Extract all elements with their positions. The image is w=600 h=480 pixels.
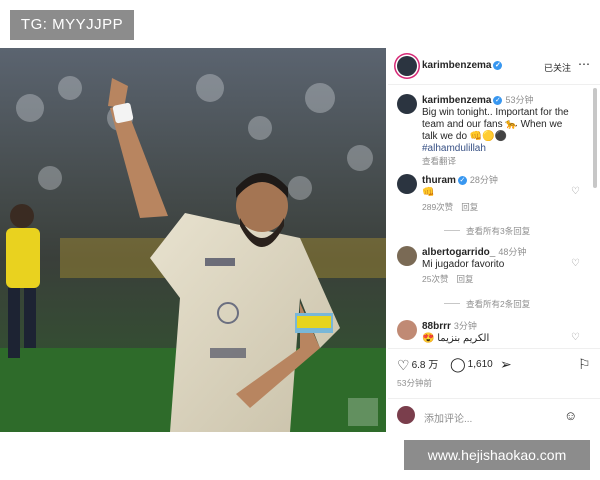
verified-badge-icon: ✓ (457, 176, 467, 185)
post-header: karimbenzema ✓ 已关注 ⋯ (388, 48, 600, 85)
paper-plane-icon: ➢ (500, 356, 512, 372)
share-button[interactable]: ➢ (500, 356, 514, 373)
comment-time: 28分钟 (469, 175, 498, 185)
comment-time: 48分钟 (498, 247, 527, 257)
comment-username[interactable]: thuram (422, 175, 456, 186)
tg-watermark-tag: TG: MYYJJPP (10, 10, 134, 40)
avatar[interactable] (397, 94, 417, 114)
following-button[interactable]: 已关注 (544, 61, 571, 74)
view-replies-link[interactable]: 查看所有3条回复 (444, 225, 530, 237)
heart-icon[interactable]: ♡ (571, 258, 580, 269)
comment-time: 3分钟 (453, 321, 477, 331)
ellipsis-icon[interactable]: ⋯ (578, 57, 591, 71)
comment-icon: ◯ (450, 356, 466, 372)
post-photo[interactable] (0, 48, 386, 432)
comments-scrollbar[interactable] (593, 88, 597, 188)
translate-link[interactable]: 查看翻译 (422, 156, 456, 166)
reply-link[interactable]: 回复 (456, 274, 473, 284)
comment-text: Mi jugador favorito (422, 259, 505, 270)
add-comment-input[interactable]: 添加评论... (424, 410, 472, 425)
like-button[interactable]: ♡ 6.8 万 (397, 356, 438, 374)
emoji-icon[interactable]: ☺ (564, 408, 577, 423)
author-username[interactable]: karimbenzema ✓ (422, 60, 503, 71)
save-button[interactable]: ⚐ (578, 356, 593, 373)
like-total: 6.8 万 (411, 360, 439, 371)
avatar[interactable] (397, 174, 417, 194)
comment-button[interactable]: ◯ 1,610 (450, 356, 493, 373)
post-timestamp: 53分钟前 (397, 378, 432, 388)
comment-text: Big win tonight.. Important for the team… (422, 107, 569, 142)
bookmark-icon: ⚐ (578, 356, 591, 372)
reply-link[interactable]: 回复 (461, 202, 478, 212)
like-count: 289次赞 (422, 202, 454, 212)
add-comment-row: 添加评论... ☺ (388, 398, 600, 433)
verified-badge-icon: ✓ (493, 61, 503, 70)
verified-badge-icon: ✓ (493, 96, 503, 105)
current-user-avatar (397, 406, 415, 424)
comment-text: 👊 (422, 187, 435, 198)
post-actions: ♡ 6.8 万 ◯ 1,610 ➢ ⚐ 53分钟前 (388, 348, 600, 397)
comment-username[interactable]: 88brrr (422, 321, 451, 332)
comments-list[interactable]: karimbenzema ✓ 53分钟 Big win tonight.. Impo… (388, 86, 594, 348)
comment-time: 53分钟 (505, 95, 534, 105)
heart-icon: ♡ (397, 357, 410, 373)
view-replies-link[interactable]: 查看所有2条回复 (444, 298, 530, 310)
comment-username[interactable]: albertogarrido_ (422, 247, 495, 258)
hashtag-link[interactable]: #alhamdulillah (422, 143, 486, 154)
site-watermark: www.hejishaokao.com (404, 440, 590, 470)
comment-total: 1,610 (467, 359, 493, 370)
heart-icon[interactable]: ♡ (571, 332, 580, 343)
avatar[interactable] (397, 320, 417, 340)
instagram-post-panel: karimbenzema ✓ 已关注 ⋯ karimbenzema ✓ 53分钟 Bi… (388, 48, 600, 432)
like-count: 25次赞 (422, 274, 449, 284)
heart-icon[interactable]: ♡ (571, 186, 580, 197)
comment-text: 😍 الكريم بنزيما (422, 333, 490, 344)
comment-username[interactable]: karimbenzema (422, 95, 491, 106)
author-avatar[interactable] (397, 56, 417, 76)
avatar[interactable] (397, 246, 417, 266)
